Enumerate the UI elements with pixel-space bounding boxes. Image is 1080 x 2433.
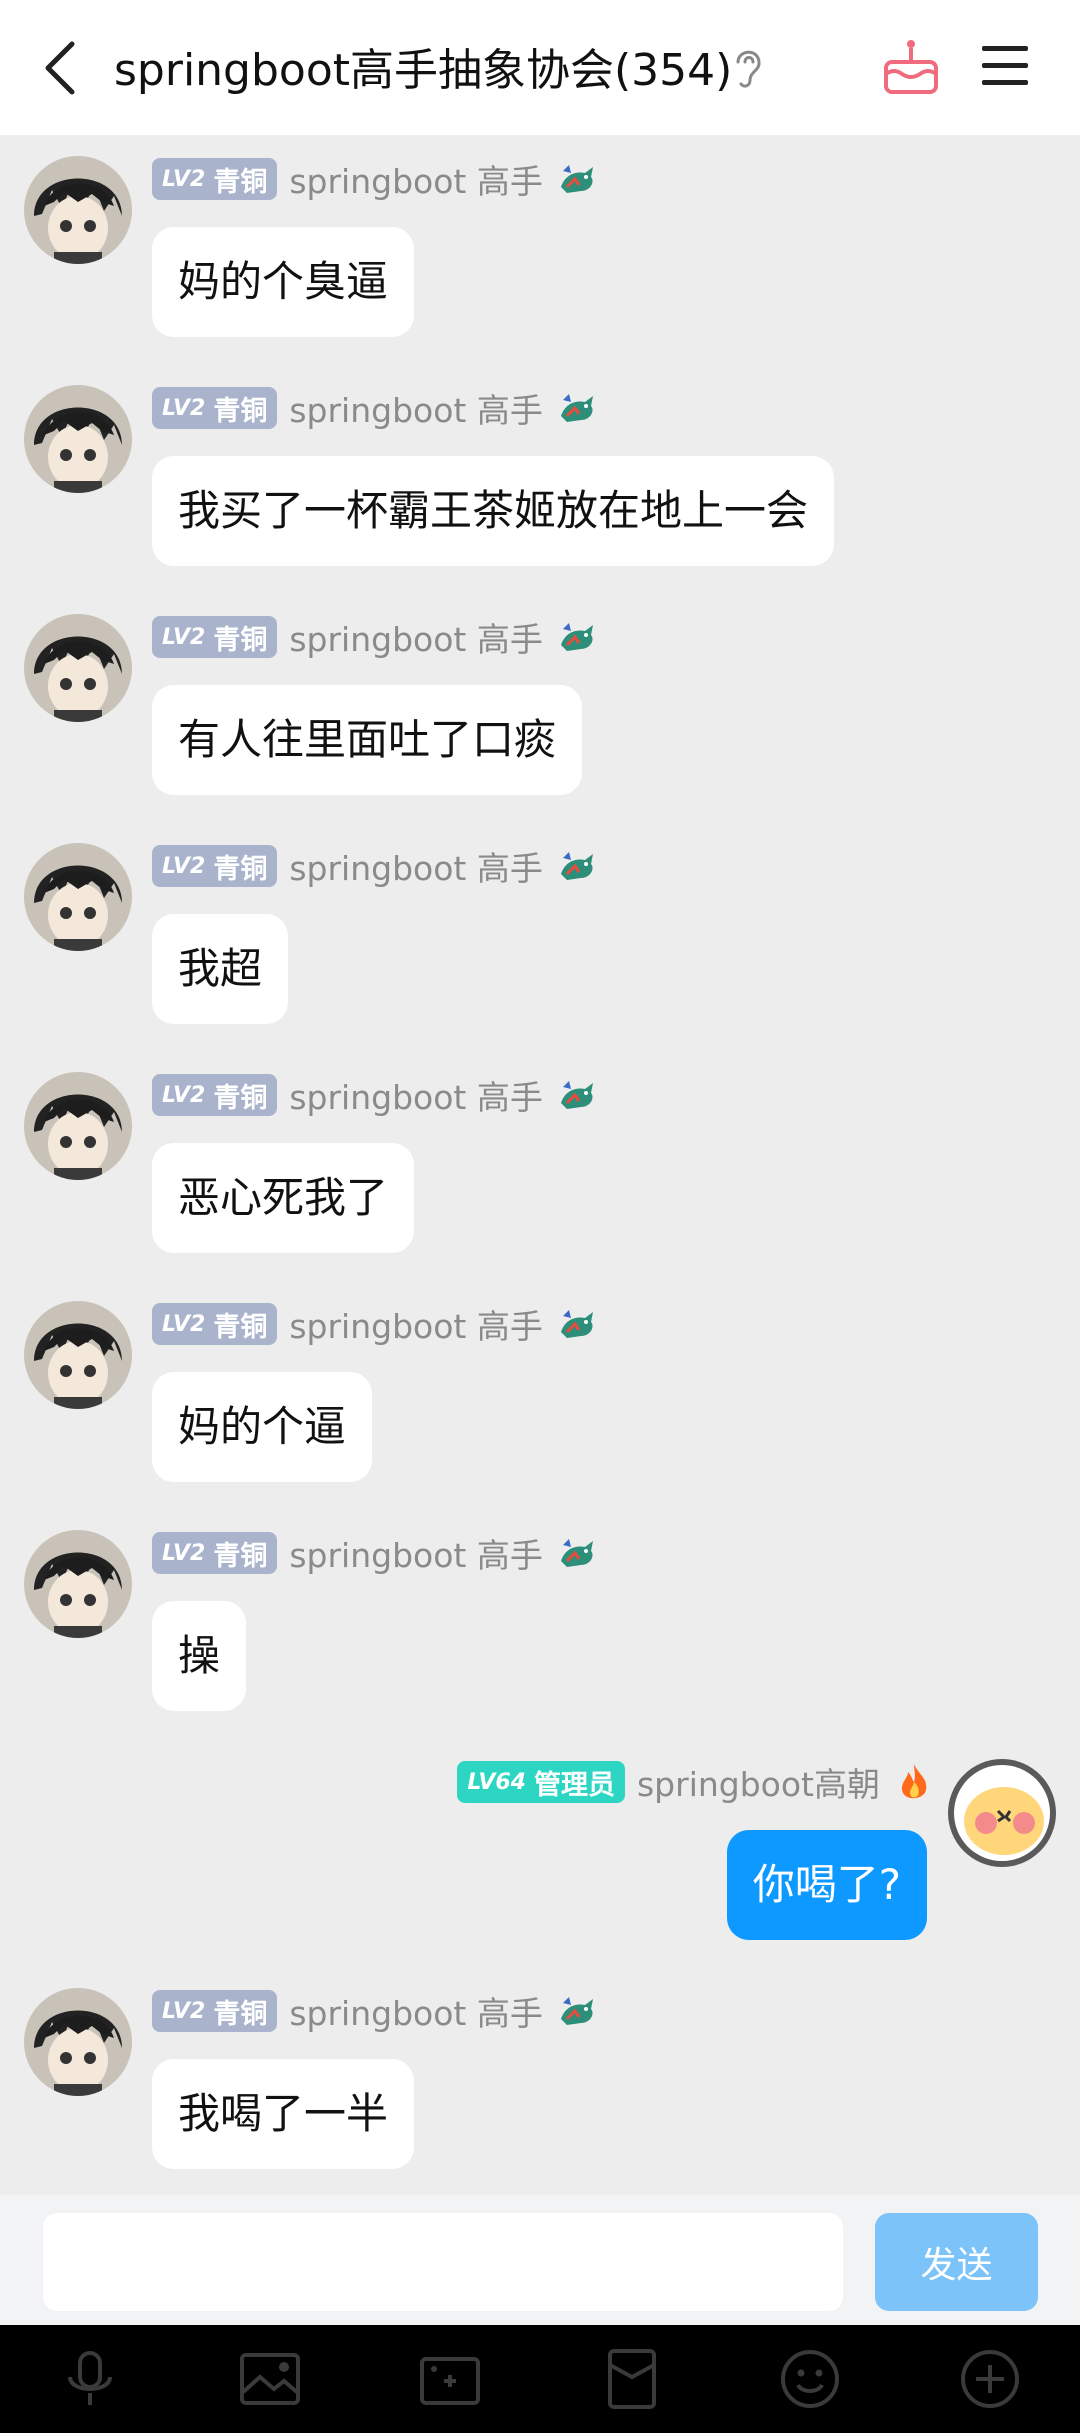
- dragon-icon: [560, 1539, 593, 1567]
- sender-name[interactable]: springboot 高手: [289, 842, 543, 890]
- message-bubble[interactable]: 有人往里面吐了口痰: [152, 685, 583, 795]
- red-packet-icon[interactable]: [600, 2347, 664, 2411]
- image-icon[interactable]: [238, 2347, 302, 2411]
- message-bubble[interactable]: 妈的个臭逼: [152, 227, 415, 337]
- sender-name[interactable]: springboot高朝: [637, 1758, 880, 1806]
- sender-name[interactable]: springboot 高手: [289, 1987, 543, 2035]
- sender-meta: LV2 青铜 springboot 高手: [152, 1302, 599, 1346]
- level-badge: LV2 青铜: [152, 1532, 278, 1574]
- sender-meta: LV2 青铜 springboot 高手: [152, 1531, 599, 1575]
- group-title[interactable]: springboot高手抽象协会(354): [114, 34, 732, 98]
- message-input[interactable]: [43, 2213, 843, 2311]
- chevron-left-icon: [45, 41, 75, 95]
- sender-meta: LV2 青铜 springboot 高手: [152, 844, 599, 888]
- dragon-icon: [560, 1310, 593, 1338]
- sender-meta: LV2 青铜 springboot 高手: [152, 615, 599, 659]
- sender-name[interactable]: springboot 高手: [289, 384, 543, 432]
- camera-icon[interactable]: [418, 2347, 482, 2411]
- level-badge: LV2 青铜: [152, 616, 278, 658]
- admin-badge: LV64 管理员: [457, 1761, 625, 1803]
- sender-name[interactable]: springboot 高手: [289, 613, 543, 661]
- avatar[interactable]: [24, 385, 132, 493]
- sender-meta: LV2 青铜 springboot 高手: [152, 157, 599, 201]
- emoji-icon[interactable]: [778, 2347, 842, 2411]
- input-toolbar: [0, 2325, 1080, 2433]
- level-badge: LV2 青铜: [152, 1303, 278, 1345]
- fire-icon: [901, 1764, 927, 1799]
- avatar[interactable]: [24, 1988, 132, 2096]
- sender-name[interactable]: springboot 高手: [289, 155, 543, 203]
- avatar[interactable]: [24, 1072, 132, 1180]
- sender-name[interactable]: springboot 高手: [289, 1529, 543, 1577]
- avatar[interactable]: [24, 1530, 132, 1638]
- dragon-icon: [560, 852, 593, 880]
- avatar[interactable]: [24, 1301, 132, 1409]
- dragon-icon: [560, 1081, 593, 1109]
- message-bubble[interactable]: 恶心死我了: [152, 1143, 415, 1253]
- avatar[interactable]: [948, 1759, 1056, 1867]
- level-badge: LV2 青铜: [152, 1990, 278, 2032]
- avatar[interactable]: [24, 614, 132, 722]
- back-button[interactable]: [36, 40, 84, 96]
- dragon-icon: [560, 165, 593, 193]
- ear-icon[interactable]: [730, 44, 766, 92]
- avatar[interactable]: [24, 843, 132, 951]
- level-badge: LV2 青铜: [152, 158, 278, 200]
- message-bubble[interactable]: 你喝了?: [726, 1830, 927, 1940]
- message-bubble[interactable]: 妈的个逼: [152, 1372, 373, 1482]
- composer: 发送: [0, 2195, 1080, 2325]
- message-bubble[interactable]: 我超: [152, 914, 289, 1024]
- avatar[interactable]: [24, 156, 132, 264]
- menu-icon[interactable]: [980, 40, 1030, 92]
- sender-name[interactable]: springboot 高手: [289, 1300, 543, 1348]
- sender-name[interactable]: springboot 高手: [289, 1071, 543, 1119]
- sender-meta: LV2 青铜 springboot 高手: [152, 386, 599, 430]
- message-bubble[interactable]: 操: [152, 1601, 247, 1711]
- birthday-cake-icon[interactable]: [880, 36, 942, 98]
- message-bubble[interactable]: 我买了一杯霸王茶姬放在地上一会: [152, 456, 835, 566]
- dragon-icon: [560, 1997, 593, 2025]
- message-list[interactable]: LV2 青铜 springboot 高手 妈的个臭逼 LV2 青铜 springbo…: [0, 135, 1080, 2195]
- send-button[interactable]: 发送: [875, 2213, 1038, 2311]
- plus-icon[interactable]: [958, 2347, 1022, 2411]
- sender-meta: LV2 青铜 springboot 高手: [152, 1073, 599, 1117]
- level-badge: LV2 青铜: [152, 1074, 278, 1116]
- sender-meta: LV2 青铜 springboot 高手: [152, 1989, 599, 2033]
- sender-meta: LV64 管理员 springboot高朝: [457, 1760, 936, 1804]
- chat-header: springboot高手抽象协会(354): [0, 0, 1080, 135]
- microphone-icon[interactable]: [58, 2347, 122, 2411]
- level-badge: LV2 青铜: [152, 387, 278, 429]
- dragon-icon: [560, 394, 593, 422]
- dragon-icon: [560, 623, 593, 651]
- level-badge: LV2 青铜: [152, 845, 278, 887]
- message-bubble[interactable]: 我喝了一半: [152, 2059, 415, 2169]
